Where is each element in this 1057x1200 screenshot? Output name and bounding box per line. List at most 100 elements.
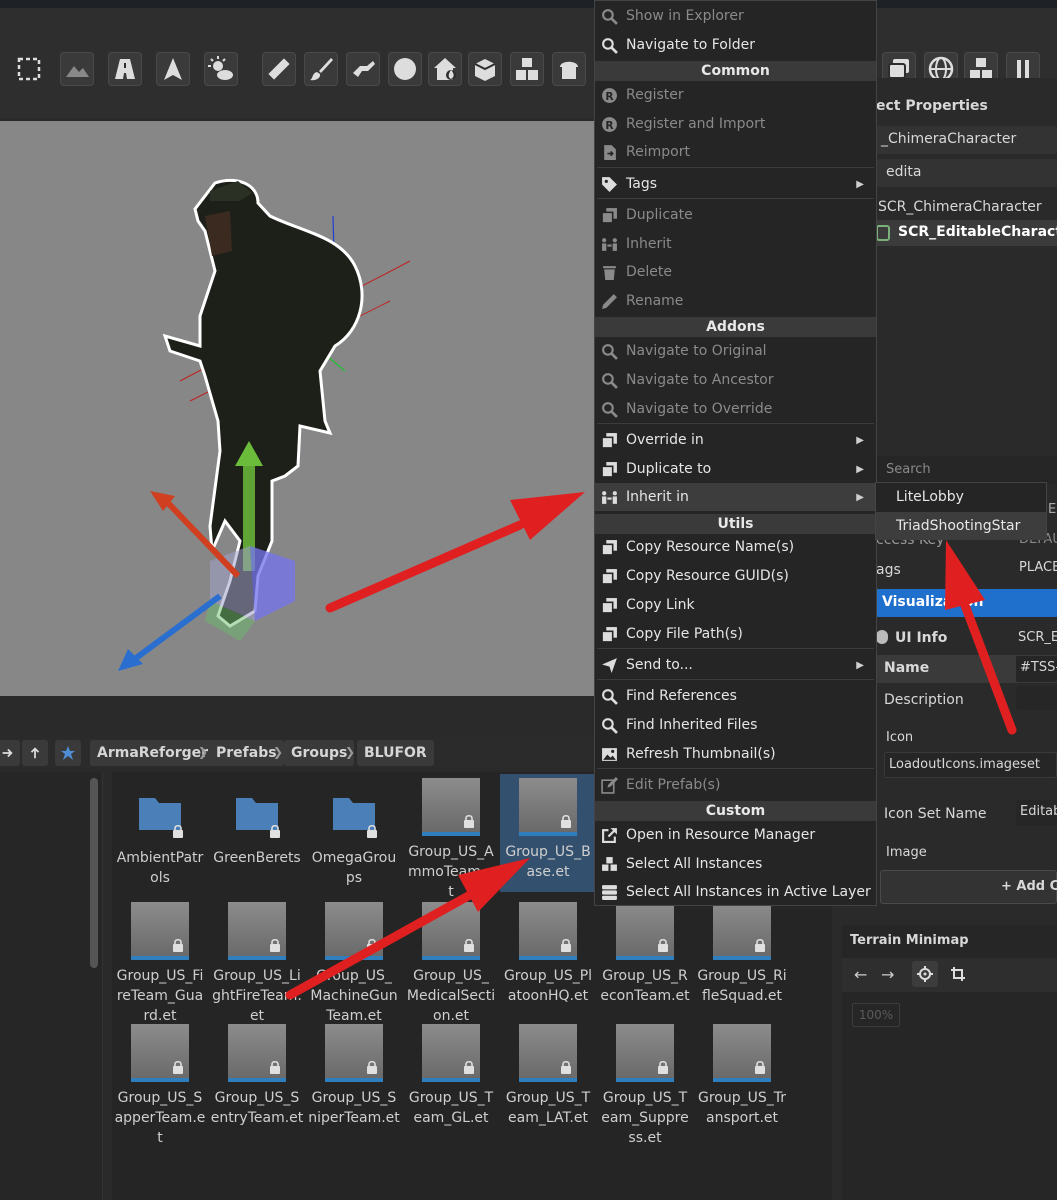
menu-item-inherit-in[interactable]: Inherit in ▶	[595, 483, 876, 511]
icon-input[interactable]: LoadoutIcons.imageset	[884, 752, 1057, 778]
prefab-file-item[interactable]: Group_US_S entryTeam.et	[209, 1024, 305, 1128]
menu-item-open-resource-manager[interactable]: Open in Resource Manager	[595, 821, 876, 849]
prefab-file-item[interactable]: Group_US_S niperTeam.et	[306, 1024, 402, 1128]
terrain-icon[interactable]	[60, 52, 94, 86]
road-icon[interactable]	[108, 52, 142, 86]
prefab-file-item[interactable]: Group_US_Ri fleSquad.et	[694, 902, 790, 1006]
menu-item-navigate-to-folder[interactable]: Navigate to Folder	[595, 31, 876, 59]
lock-icon	[365, 1060, 379, 1074]
icon-set-name-input[interactable]: Editab	[1016, 800, 1057, 826]
menu-item-navigate-ancestor[interactable]: Navigate to Ancestor	[595, 366, 876, 394]
menu-label: Reimport	[626, 144, 690, 160]
prefab-file-item[interactable]: Group_US_A mmoTeam.e t	[403, 778, 499, 902]
menu-item-navigate-original[interactable]: Navigate to Original	[595, 337, 876, 365]
favorite-star-icon[interactable]	[55, 740, 81, 766]
prefab-file-item[interactable]: Group_US_Tr ansport.et	[694, 1024, 790, 1128]
prefab-file-item[interactable]: Group_US_R econTeam.et	[597, 902, 693, 1006]
prefab-file-item[interactable]: Group_US_Li ghtFireTeam. et	[209, 902, 305, 1026]
menu-label: Inherit	[626, 236, 672, 252]
prefab-file-item[interactable]: Group_US_S apperTeam.e t	[112, 1024, 208, 1148]
menu-item-show-in-explorer[interactable]: Show in Explorer	[595, 2, 876, 30]
menu-item-copy-names[interactable]: Copy Resource Name(s)	[595, 533, 876, 561]
filter-input[interactable]: edita	[876, 159, 1057, 187]
weather-icon[interactable]	[204, 52, 238, 86]
menu-item-edit-prefab[interactable]: Edit Prefab(s)	[595, 771, 876, 799]
up-folder-button[interactable]	[22, 740, 48, 766]
sphere-icon[interactable]	[388, 52, 422, 86]
arrow-up-icon[interactable]	[156, 52, 190, 86]
menu-item-register-import[interactable]: R Register and Import	[595, 110, 876, 138]
folder-item[interactable]: AmbientPatr ols	[112, 778, 208, 888]
measure-icon[interactable]	[262, 52, 296, 86]
menu-item-select-all-layer[interactable]: Select All Instances in Active Layer	[595, 878, 876, 906]
menu-item-copy-paths[interactable]: Copy File Path(s)	[595, 620, 876, 648]
menu-label: Override in	[626, 432, 704, 448]
menu-item-copy-link[interactable]: Copy Link	[595, 591, 876, 619]
menu-item-send-to[interactable]: Send to... ▶	[595, 651, 876, 679]
prefab-file-item[interactable]: Group_US_B ase.et	[500, 774, 596, 892]
breadcrumb-item[interactable]: Groups	[284, 740, 355, 766]
hand-icon[interactable]	[346, 52, 380, 86]
menu-item-find-inherited[interactable]: Find Inherited Files	[595, 711, 876, 739]
menu-item-navigate-override[interactable]: Navigate to Override	[595, 395, 876, 423]
prefab-file-item[interactable]: Group_US_T eam_LAT.et	[500, 1024, 596, 1128]
menu-label: Inherit in	[626, 489, 689, 505]
box-icon[interactable]	[468, 52, 502, 86]
menu-item-register[interactable]: R Register	[595, 81, 876, 109]
prefab-file-item[interactable]: Group_US_T eam_GL.et	[403, 1024, 499, 1128]
lock-icon	[656, 1060, 670, 1074]
icon-label: Icon	[886, 730, 914, 745]
scene-viewport[interactable]	[0, 121, 595, 696]
breadcrumb-item[interactable]: ArmaReforger	[90, 740, 216, 766]
menu-item-rename[interactable]: Rename	[595, 287, 876, 315]
crosshair-icon[interactable]	[912, 961, 938, 987]
chevron-right-icon: ▶	[856, 659, 864, 671]
menu-item-find-references[interactable]: Find References	[595, 682, 876, 710]
prefab-file-item[interactable]: Group_US_T eam_Suppre ss.et	[597, 1024, 693, 1148]
menu-item-override-in[interactable]: Override in ▶	[595, 426, 876, 454]
description-input[interactable]	[1016, 686, 1057, 710]
tree-item-selected[interactable]: SCR_EditableCharacter	[876, 220, 1057, 246]
folder-item[interactable]: OmegaGrou ps	[306, 778, 402, 888]
crop-icon[interactable]	[950, 966, 966, 986]
file-name-label: Group_US_Ri fleSquad.et	[697, 968, 787, 1004]
class-field[interactable]: _ChimeraCharacter	[876, 126, 1057, 154]
menu-item-inherit[interactable]: Inherit	[595, 230, 876, 258]
select-region-icon[interactable]	[12, 52, 46, 86]
prefab-file-item[interactable]: Group_US_ MedicalSecti on.et	[403, 902, 499, 1026]
arrow-left-icon[interactable]: ←	[854, 965, 867, 984]
menu-item-duplicate-to[interactable]: Duplicate to ▶	[595, 455, 876, 483]
house-fire-icon[interactable]	[428, 52, 462, 86]
arrow-right-icon[interactable]: →	[881, 965, 894, 984]
breadcrumb-bar: ArmaReforger ❯ Prefabs ❯ Groups ❯ BLUFOR	[0, 738, 595, 768]
zoom-level[interactable]: 100%	[852, 1003, 900, 1027]
menu-item-select-all-instances[interactable]: Select All Instances	[595, 850, 876, 878]
menu-item-refresh-thumbnail[interactable]: Refresh Thumbnail(s)	[595, 740, 876, 768]
tree-item[interactable]: SCR_ChimeraCharacter	[878, 199, 1042, 215]
name-input[interactable]: #TSS-	[1016, 656, 1057, 682]
lock-icon	[365, 824, 379, 838]
brush-icon[interactable]	[304, 52, 338, 86]
add-component-button[interactable]: + Add Co	[880, 870, 1057, 904]
menu-item-reimport[interactable]: Reimport	[595, 138, 876, 166]
menu-item-copy-guids[interactable]: Copy Resource GUID(s)	[595, 562, 876, 590]
toggle-icon[interactable]	[876, 630, 888, 644]
visualization-section[interactable]: Visualization	[876, 589, 1057, 617]
prefab-file-item[interactable]: Group_US_Pl atoonHQ.et	[500, 902, 596, 1006]
scrollbar[interactable]	[90, 778, 98, 968]
bread-icon[interactable]	[552, 52, 586, 86]
menu-item-duplicate[interactable]: Duplicate	[595, 201, 876, 229]
submenu-item-litelobby[interactable]: LiteLobby	[876, 483, 1046, 511]
forward-button[interactable]	[0, 740, 20, 766]
folder-item[interactable]: GreenBerets	[209, 778, 305, 868]
prefab-file-item[interactable]: Group_US_ MachineGun Team.et	[306, 902, 402, 1026]
submenu-item-triadshootingstar[interactable]: TriadShootingStar	[876, 512, 1046, 540]
prefab-file-item[interactable]: Group_US_Fi reTeam_Gua rd.et	[112, 902, 208, 1026]
menu-item-delete[interactable]: Delete	[595, 258, 876, 286]
section-common: Common	[595, 61, 876, 81]
search-input[interactable]: Search	[876, 456, 1057, 484]
menu-item-tags[interactable]: Tags ▶	[595, 170, 876, 198]
breadcrumb-item[interactable]: BLUFOR	[357, 740, 434, 766]
boxes-icon[interactable]	[510, 52, 544, 86]
file-name-label: Group_US_Pl atoonHQ.et	[503, 968, 593, 1004]
